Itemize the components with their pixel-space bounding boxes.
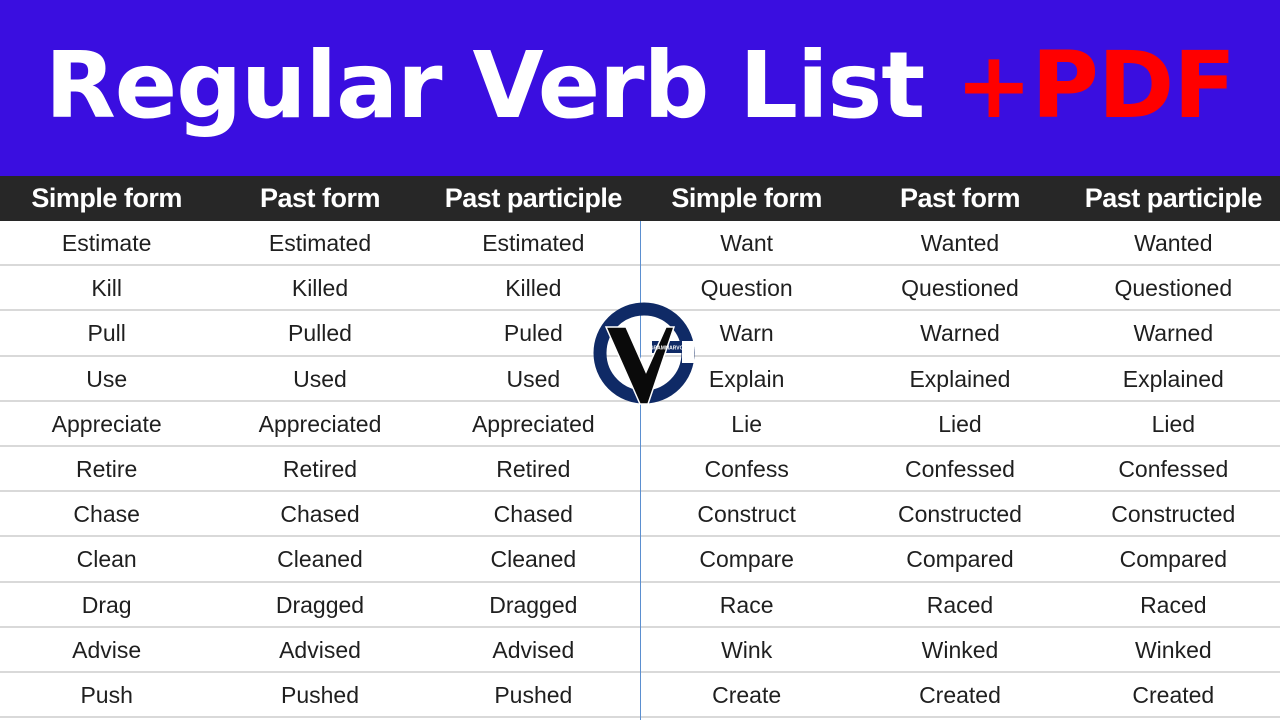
table-cell: Confessed [1118,455,1229,482]
header-past-participle-left: Past participle [444,183,623,213]
grammarvocab-logo-icon: GRAMMARVOCAB [593,302,695,405]
table-cell: Want [720,230,774,256]
table-cell: Constructed [897,501,1022,528]
table-cell: Compare [699,546,794,573]
table-cell: Pulled [288,320,352,347]
table-cell: Created [919,681,1001,708]
table-cell: Appreciate [51,410,162,437]
table-cell: Advised [279,636,361,663]
table-cell: Retire [75,455,138,482]
table-cell: Compared [906,546,1014,573]
table-cell: Dragged [275,591,365,618]
table-cell: Created [1132,681,1215,708]
table-header: Simple form Past form Past participle Si… [0,176,1280,221]
table-cell: Drag [81,591,132,618]
table-cell: Used [293,365,347,392]
table-cell: Wanted [1134,230,1213,256]
title-accent-pdf: +PDF [955,31,1236,139]
header-past-participle-right: Past participle [1084,183,1263,213]
table-cell: Kill [91,275,122,302]
table-cell: Explained [909,365,1011,392]
header-simple-form-left: Simple form [31,183,182,213]
table-cell: Advised [492,636,575,663]
table-cell: Race [719,591,774,618]
table-cell: Constructed [1111,501,1236,528]
column-divider [640,221,641,720]
logo-g-gap [682,341,694,363]
table-cell: Estimated [482,230,585,256]
table-cell: Chase [73,501,140,528]
table-cell: Appreciated [471,410,595,437]
table-cell: Killed [291,275,349,302]
table-cell: Chased [493,501,573,528]
table-cell: Use [86,365,128,392]
title-banner: Regular Verb List +PDF [0,0,1280,176]
table-cell: Pushed [280,681,359,708]
table-cell: Clean [76,546,137,573]
title-text: Regular Verb List [44,31,956,139]
table-cell: Estimate [61,230,152,256]
table-cell: Chased [280,501,360,528]
table-cell: Winked [921,636,999,663]
table-cell: Cleaned [277,546,363,573]
table-cell: Pull [87,320,126,347]
table-cell: Construct [697,501,796,528]
page-title: Regular Verb List +PDF [44,31,1236,139]
table-cell: Retired [496,455,571,482]
table-cell: Lied [938,410,982,437]
logo-text: GRAMMARVOCAB [650,346,695,352]
table-cell: Wink [721,636,773,663]
table-cell: Confess [704,455,789,482]
table-cell: Winked [1134,636,1212,663]
table-cell: Warned [920,320,1000,347]
header-past-form-left: Past form [259,183,381,213]
table-cell: Warned [1133,320,1214,347]
table-cell: Cleaned [490,546,577,573]
table-cell: Raced [1140,591,1207,618]
table-cell: Raced [926,591,994,618]
table-cell: Explained [1122,365,1224,392]
table-cell: Retired [282,455,358,482]
header-simple-form-right: Simple form [671,183,822,213]
table-cell: Pushed [494,681,573,708]
table-cell: Lied [1151,410,1196,437]
table-cell: Estimated [268,230,372,256]
table-cell: Dragged [489,591,578,618]
table-cell: Confessed [904,455,1015,482]
table-cell: Lie [731,410,762,437]
table-cell: Questioned [901,275,1019,302]
table-cell: Create [712,681,782,708]
table-cell: Compared [1119,546,1227,573]
table-cell: Advise [72,636,142,663]
table-cell: Questioned [1114,275,1233,302]
table-cell: Appreciated [258,410,382,437]
table-cell: Push [80,681,133,708]
header-past-form-right: Past form [899,183,1021,213]
table-cell: Wanted [920,230,1000,256]
